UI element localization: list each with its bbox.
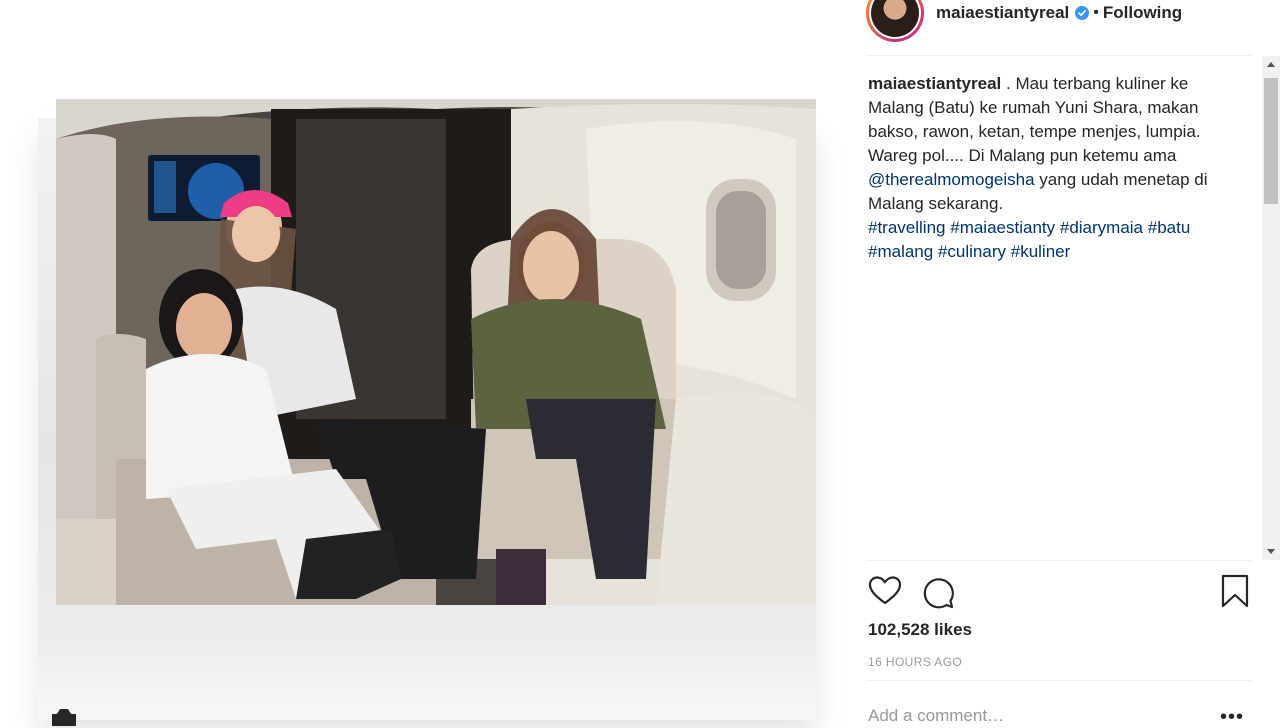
avatar-image <box>871 0 919 37</box>
comment-input[interactable] <box>868 704 1198 728</box>
verified-badge-icon <box>1075 6 1090 20</box>
hashtag-diarymaia[interactable]: #diarymaia <box>1060 218 1143 237</box>
likes-count[interactable]: 102,528 likes <box>868 620 972 640</box>
avatar[interactable] <box>866 0 924 42</box>
post-sidebar: maiaestiantyreal • Following maiaestiant… <box>852 0 1280 728</box>
more-options-button[interactable]: ••• <box>1220 707 1244 727</box>
hashtag-maiaestianty[interactable]: #maiaestianty <box>950 218 1055 237</box>
caption-mention[interactable]: @therealmomogeisha <box>868 170 1035 189</box>
scroll-up-icon[interactable] <box>1267 62 1275 67</box>
caption-scrollbar[interactable] <box>1262 56 1280 560</box>
heart-icon[interactable] <box>868 574 902 608</box>
actions-divider <box>866 560 1252 561</box>
caption-username[interactable]: maiaestiantyreal <box>868 74 1001 93</box>
header-divider <box>866 55 1252 56</box>
avatar-ring <box>869 0 921 39</box>
comment-icon[interactable] <box>920 574 956 610</box>
comment-divider <box>866 680 1252 681</box>
hashtag-travelling[interactable]: #travelling <box>868 218 946 237</box>
scroll-thumb[interactable] <box>1264 78 1278 204</box>
following-button[interactable]: Following <box>1103 3 1182 23</box>
hashtag-malang[interactable]: #malang <box>868 242 933 261</box>
hashtag-batu[interactable]: #batu <box>1148 218 1191 237</box>
hashtag-kuliner[interactable]: #kuliner <box>1011 242 1071 261</box>
scroll-down-icon[interactable] <box>1267 549 1275 554</box>
caption-dot: . <box>1001 74 1011 93</box>
post-caption: maiaestiantyreal . Mau terbang kuliner k… <box>868 72 1248 264</box>
post-timestamp[interactable]: 16 HOURS AGO <box>868 655 962 669</box>
hashtag-culinary[interactable]: #culinary <box>938 242 1006 261</box>
media-area <box>0 0 840 726</box>
post-photo[interactable] <box>56 99 816 605</box>
header-separator: • <box>1093 4 1099 21</box>
camera-icon <box>52 709 76 726</box>
bookmark-icon[interactable] <box>1220 574 1250 608</box>
header-username[interactable]: maiaestiantyreal <box>936 3 1069 23</box>
post-header: maiaestiantyreal • Following <box>866 0 1182 42</box>
